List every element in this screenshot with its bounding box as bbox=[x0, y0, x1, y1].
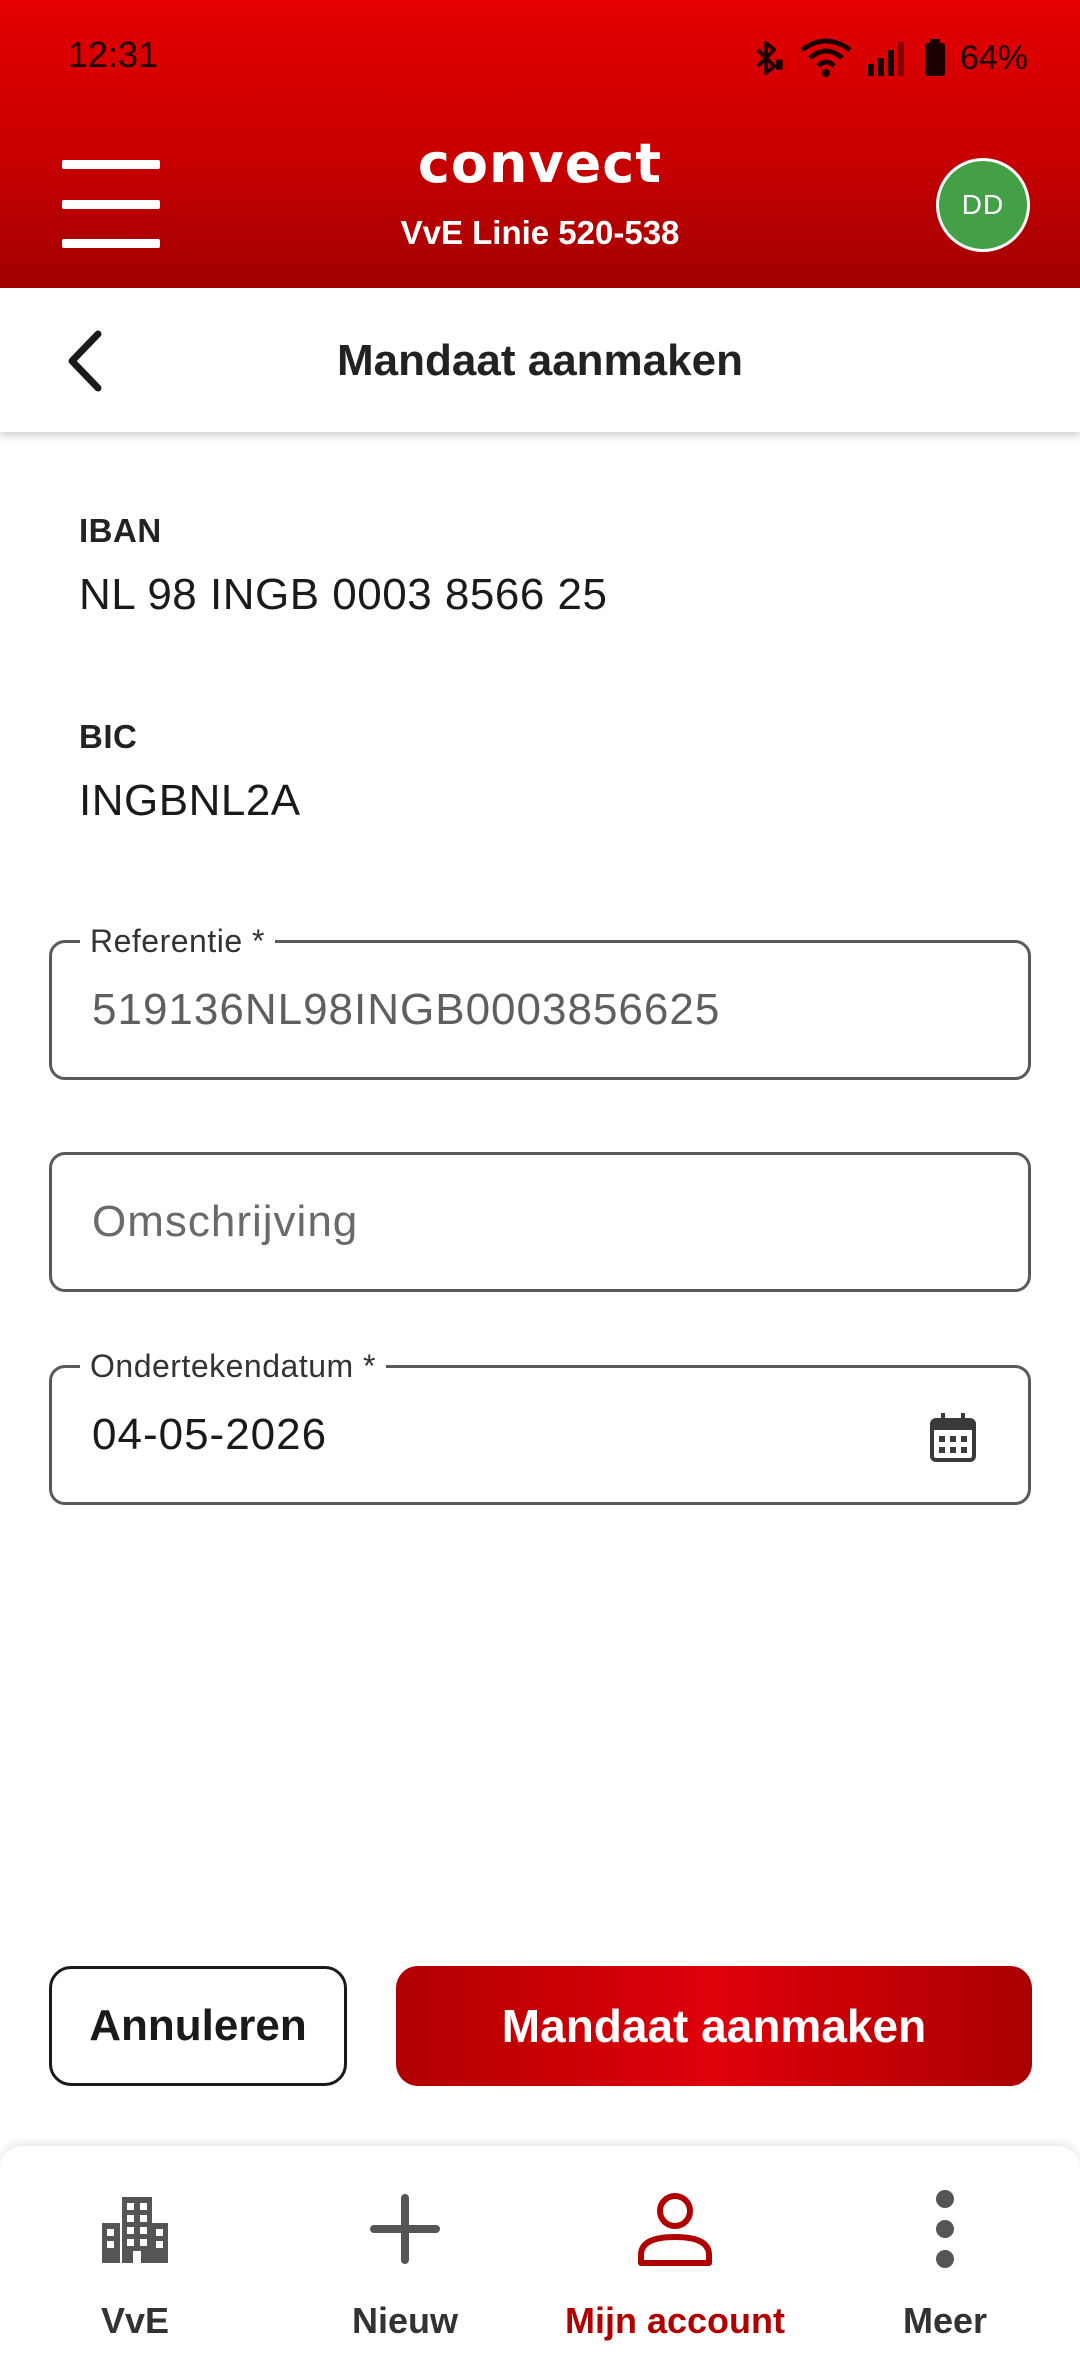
create-mandate-button[interactable]: Mandaat aanmaken bbox=[396, 1966, 1032, 2086]
iban-value: NL 98 INGB 0003 8566 25 bbox=[79, 570, 608, 619]
battery-icon bbox=[924, 39, 945, 76]
association-name: VvE Linie 520-538 bbox=[400, 214, 680, 251]
bic-label: BIC bbox=[79, 718, 138, 755]
building-icon bbox=[102, 2197, 168, 2263]
bluetooth-icon bbox=[756, 41, 783, 75]
status-icons: 64% bbox=[746, 38, 1028, 78]
more-vertical-icon bbox=[936, 2190, 954, 2268]
nav-item-mijn-account[interactable]: Mijn account bbox=[540, 2146, 810, 2376]
battery-percentage: 64% bbox=[959, 38, 1028, 77]
referentie-field[interactable]: Referentie * 519136NL98INGB0003856625 bbox=[49, 921, 1031, 1080]
nav-label-meer: Meer bbox=[902, 2300, 988, 2341]
brand-logo: convect bbox=[417, 132, 663, 195]
nav-label-mijn-account: Mijn account bbox=[564, 2300, 785, 2341]
signal-icon bbox=[867, 42, 904, 76]
iban-label: IBAN bbox=[79, 512, 162, 549]
status-time: 12:31 bbox=[68, 34, 159, 75]
cancel-button[interactable]: Annuleren bbox=[49, 1966, 347, 2086]
bottom-nav: VvE Nieuw Mijn account Meer bbox=[0, 2146, 1080, 2376]
nav-label-nieuw: Nieuw bbox=[351, 2300, 458, 2341]
app-header: 12:31 64% convect VvE Linie 520-538 DD bbox=[0, 0, 1080, 288]
wifi-icon bbox=[800, 38, 852, 77]
title-bar: Mandaat aanmaken bbox=[0, 288, 1080, 432]
omschrijving-placeholder: Omschrijving bbox=[92, 1197, 359, 1246]
person-icon bbox=[638, 2193, 712, 2266]
calendar-icon[interactable] bbox=[928, 1412, 978, 1464]
referentie-value: 519136NL98INGB0003856625 bbox=[92, 985, 721, 1034]
hamburger-line bbox=[62, 199, 160, 209]
nav-item-meer[interactable]: Meer bbox=[810, 2146, 1080, 2376]
nav-item-nieuw[interactable]: Nieuw bbox=[270, 2146, 540, 2376]
avatar[interactable]: DD bbox=[936, 158, 1030, 252]
ondertekendatum-field[interactable]: Ondertekendatum * 04-05-2026 bbox=[49, 1346, 1031, 1505]
plus-icon bbox=[370, 2194, 440, 2264]
omschrijving-field[interactable]: Omschrijving bbox=[49, 1152, 1031, 1292]
nav-label-vve: VvE bbox=[100, 2300, 170, 2341]
ondertekendatum-value: 04-05-2026 bbox=[92, 1410, 328, 1459]
nav-item-vve[interactable]: VvE bbox=[0, 2146, 270, 2376]
page-title: Mandaat aanmaken bbox=[337, 336, 743, 385]
bic-value: INGBNL2A bbox=[79, 776, 301, 825]
